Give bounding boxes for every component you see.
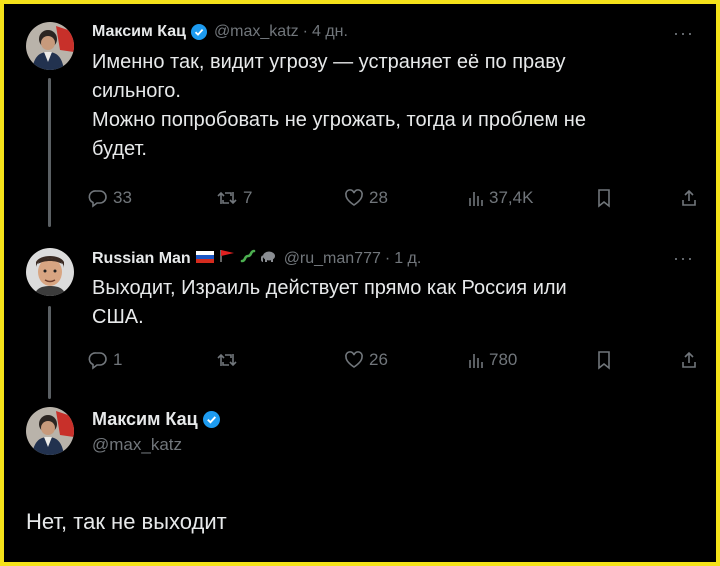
focused-header: Максим Кац (92, 409, 220, 430)
views-button[interactable]: 780 (468, 350, 517, 370)
author-name[interactable]: Russian Man (92, 250, 191, 268)
verified-badge-icon (202, 411, 220, 428)
more-options-icon[interactable]: ··· (673, 23, 694, 44)
views-count: 37,4K (489, 188, 534, 207)
bookmark-button[interactable] (596, 188, 612, 208)
focused-tweet[interactable]: Максим Кац @max_katz Нет, так не выходит (4, 399, 716, 562)
author-handle[interactable]: @ru_man777 (284, 250, 381, 268)
focused-handle-row: @max_katz (92, 435, 182, 455)
reply-count: 1 (113, 350, 123, 369)
reply-icon (88, 352, 107, 370)
like-button[interactable]: 26 (344, 350, 388, 370)
views-button[interactable]: 37,4K (468, 188, 533, 208)
views-icon (469, 354, 483, 368)
separator-dot: · (302, 23, 308, 40)
tweet-text-line: будет. (92, 138, 147, 160)
tweet-text: Выходит, Израиль действует прямо как Рос… (92, 274, 692, 332)
verified-badge-icon (190, 24, 207, 40)
separator-dot: · (384, 249, 391, 267)
retweet-button[interactable]: 7 (216, 188, 252, 208)
thread-line (48, 78, 51, 227)
retweet-icon (217, 353, 237, 367)
tweet-1[interactable]: Максим Кац @max_katz · 4 дн. ··· Именно … (4, 4, 716, 229)
reply-icon (88, 190, 107, 208)
avatar[interactable] (26, 248, 74, 296)
bookmark-button[interactable] (596, 350, 612, 370)
avatar[interactable] (26, 407, 74, 455)
tweet-2[interactable]: Russian Man @ru_man777 · 1 д. ··· Выходи… (4, 229, 716, 399)
action-bar: 1 26 780 (88, 350, 700, 374)
like-count: 28 (369, 188, 388, 207)
more-options-icon[interactable]: ··· (673, 248, 694, 269)
retweet-button[interactable] (216, 350, 243, 370)
elephant-icon (260, 249, 277, 268)
action-bar: 33 7 28 37,4K (88, 188, 700, 212)
share-button[interactable] (680, 350, 698, 370)
like-button[interactable]: 28 (344, 188, 388, 208)
retweet-count: 7 (243, 188, 253, 207)
timestamp[interactable]: 4 дн. (312, 23, 348, 41)
reply-button[interactable]: 33 (88, 188, 132, 208)
tweet-thread: Максим Кац @max_katz · 4 дн. ··· Именно … (4, 4, 716, 562)
tweet-text-line: США. (92, 306, 144, 328)
thread-line (48, 306, 51, 399)
tweet-text-line: Можно попробовать не угрожать, тогда и п… (92, 109, 586, 131)
tweet-header: Russian Man @ru_man777 · 1 д. (92, 249, 421, 268)
author-handle[interactable]: @max_katz (214, 23, 299, 41)
views-icon (469, 192, 483, 206)
tweet-text-line: сильного. (92, 80, 181, 102)
views-count: 780 (489, 350, 518, 369)
tweet-text: Именно так, видит угрозу — устраняет её … (92, 48, 692, 164)
heart-icon (345, 189, 363, 206)
tweet-text-line: Именно так, видит угрозу — устраняет её … (92, 51, 566, 73)
author-name[interactable]: Максим Кац (92, 409, 198, 430)
tweet-text-line: Выходит, Израиль действует прямо как Рос… (92, 277, 567, 299)
share-icon (682, 189, 696, 206)
heart-icon (345, 351, 363, 368)
reply-button[interactable]: 1 (88, 350, 122, 370)
snake-icon (240, 249, 256, 268)
red-pennant-icon (219, 249, 235, 268)
reply-count: 33 (113, 188, 132, 207)
share-icon (682, 351, 696, 368)
retweet-icon (217, 191, 237, 205)
russian-flag-icon (195, 250, 214, 268)
timestamp[interactable]: 1 д. (394, 250, 421, 268)
share-button[interactable] (680, 188, 698, 208)
bookmark-icon (598, 351, 610, 370)
avatar[interactable] (26, 22, 74, 70)
like-count: 26 (369, 350, 388, 369)
bookmark-icon (598, 189, 610, 208)
author-handle[interactable]: @max_katz (92, 435, 182, 455)
author-name[interactable]: Максим Кац (92, 23, 186, 41)
focused-tweet-text: Нет, так не выходит (26, 509, 227, 534)
tweet-header: Максим Кац @max_katz · 4 дн. (92, 23, 348, 41)
